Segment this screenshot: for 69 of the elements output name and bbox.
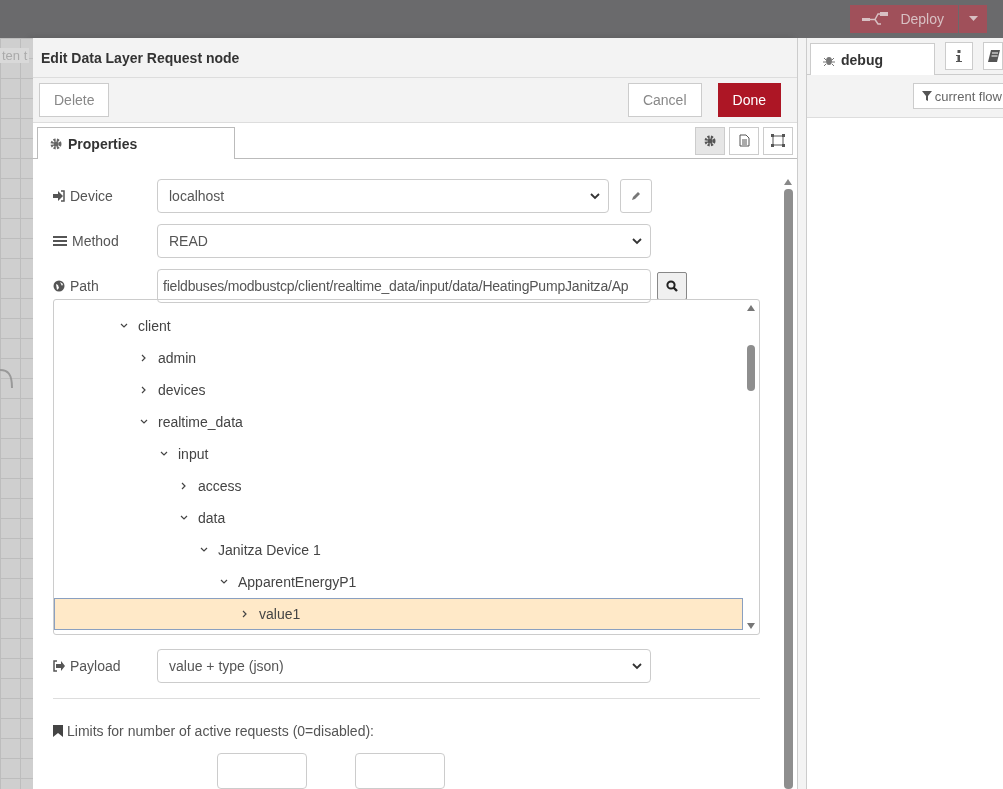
arrow-down-icon [747, 623, 755, 629]
filter-icon [921, 91, 932, 101]
scrollbar-thumb[interactable] [747, 345, 755, 391]
chevron-down-icon [140, 418, 148, 426]
info-button[interactable] [945, 42, 973, 70]
tree-item[interactable]: Janitza Device 1 [54, 534, 743, 566]
chevron-right-icon [140, 386, 148, 394]
tree-item[interactable]: client [54, 310, 743, 342]
arrow-up-icon [784, 179, 792, 185]
arrow-up-icon [747, 305, 755, 311]
splitter-handle[interactable] [798, 38, 807, 789]
chevron-down-icon [200, 546, 208, 554]
bookmark-icon [53, 725, 63, 737]
tree-item[interactable]: data [54, 502, 743, 534]
path-field[interactable]: fieldbuses/modbustcp/client/realtime_data/input/data/HeatingPumpJanitza/Ap [157, 269, 651, 303]
payload-label: Payload [70, 658, 121, 674]
book-button[interactable] [983, 42, 1003, 70]
chevron-down-icon [632, 662, 642, 670]
chevron-right-icon [180, 482, 188, 490]
list-icon [53, 235, 67, 247]
limit-field[interactable] [217, 753, 307, 789]
pencil-icon [631, 191, 641, 201]
info-icon [956, 50, 962, 62]
tree-item[interactable]: realtime_data [54, 406, 743, 438]
appearance-button[interactable] [763, 126, 793, 155]
chevron-right-icon [241, 610, 249, 618]
limits-label: Limits for number of active requests (0=disabled): [67, 723, 374, 739]
edit-button[interactable] [620, 179, 652, 213]
device-label: Device [70, 188, 113, 204]
gear-icon [704, 134, 716, 147]
cancel-button[interactable]: Cancel [627, 83, 702, 117]
delete-button[interactable]: Delete [39, 83, 110, 117]
frame-icon [771, 134, 785, 147]
chevron-down-icon [632, 237, 642, 245]
tree-item[interactable]: access [54, 470, 743, 502]
search-button[interactable] [657, 272, 687, 300]
device-select[interactable]: localhost [157, 179, 609, 213]
chevron-right-icon [140, 354, 148, 362]
deploy-menu-button[interactable] [959, 5, 987, 33]
path-label: Path [70, 278, 99, 294]
sign-out-icon [53, 660, 65, 672]
limit-field[interactable] [355, 753, 445, 789]
tree-item[interactable]: admin [54, 342, 743, 374]
chevron-down-icon [160, 450, 168, 458]
chevron-down-icon [590, 192, 600, 200]
chevron-down-icon [120, 322, 128, 330]
chevron-down-icon [180, 514, 188, 522]
caret-down-icon [968, 16, 978, 22]
settings-button[interactable] [695, 126, 725, 155]
flow-icon [862, 12, 889, 26]
search-icon [666, 280, 678, 292]
dialog-title: Edit Data Layer Request node [33, 38, 797, 78]
chevron-down-icon [220, 578, 228, 586]
tree-item[interactable]: ApparentEnergyP1 [54, 566, 743, 598]
payload-select[interactable]: value + type (json) [157, 649, 651, 683]
tree-item[interactable]: devices [54, 374, 743, 406]
done-button[interactable]: Done [717, 83, 781, 117]
sign-in-icon [53, 190, 65, 202]
globe-icon [53, 280, 65, 292]
tree-item[interactable]: input [54, 438, 743, 470]
document-icon [738, 134, 750, 147]
gear-icon [50, 137, 62, 150]
filter-button[interactable]: current flow [912, 83, 1003, 109]
debug-tab[interactable]: debug [810, 43, 935, 75]
properties-tab[interactable]: Properties [37, 127, 235, 159]
method-select[interactable]: READ [157, 224, 651, 258]
method-label: Method [72, 233, 119, 249]
tree-item[interactable]: value1 [54, 598, 743, 630]
book-icon [988, 50, 1000, 62]
